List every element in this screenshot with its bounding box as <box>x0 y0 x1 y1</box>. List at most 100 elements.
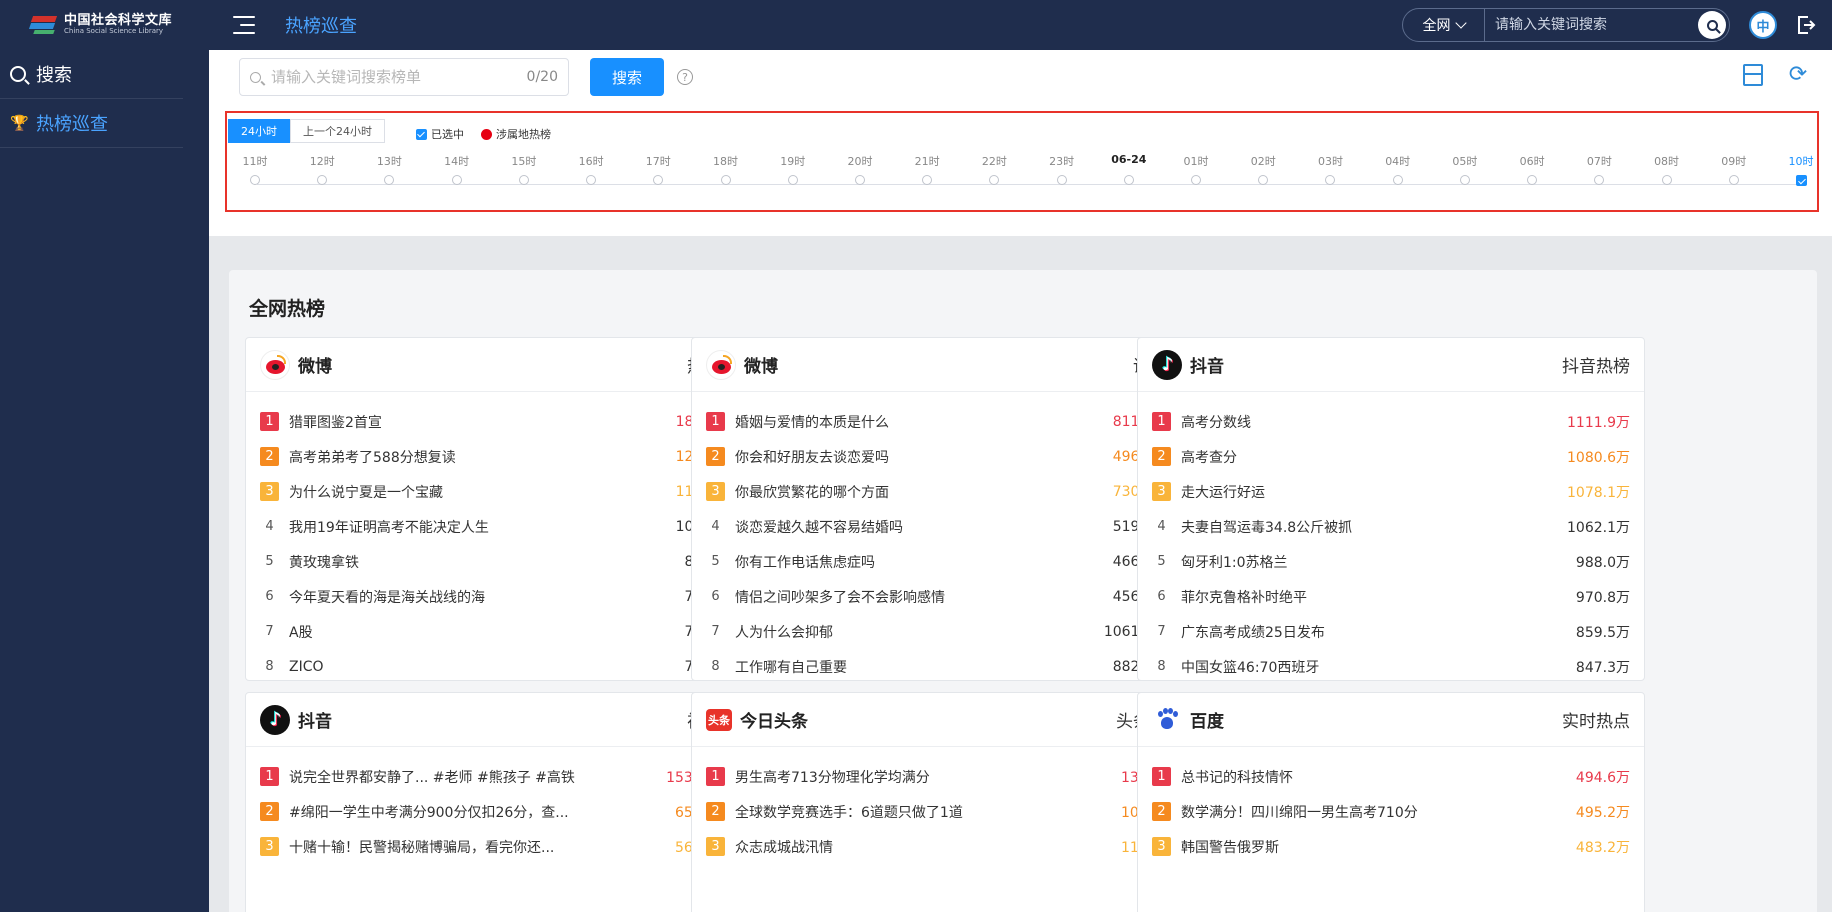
hot-list-item[interactable]: 8ZICO712566 <box>260 649 738 684</box>
search-button[interactable]: 搜索 <box>590 58 664 96</box>
timeline-node[interactable] <box>518 175 529 185</box>
hot-list-item[interactable]: 1婚姻与爱情的本质是什么81123380 <box>706 404 1184 439</box>
timeline-tick[interactable]: 18时 <box>706 153 746 185</box>
hot-list-item[interactable]: 2高考弟弟考了588分想复读1230017 <box>260 439 738 474</box>
hot-item-title[interactable]: A股 <box>289 622 675 642</box>
hot-item-title[interactable]: 我用19年证明高考不能决定人生 <box>289 517 666 537</box>
hot-item-title[interactable]: 夫妻自驾运毒34.8公斤被抓 <box>1181 517 1557 537</box>
hot-list-item[interactable]: 2你会和好朋友去谈恋爱吗49652908 <box>706 439 1184 474</box>
scope-dropdown[interactable]: 全网 <box>1403 9 1485 41</box>
timeline-tick[interactable]: 14时 <box>437 153 477 185</box>
timeline-node[interactable] <box>1459 175 1470 185</box>
timeline-tick[interactable]: 13时 <box>369 153 409 185</box>
timeline-tick[interactable]: 15时 <box>504 153 544 185</box>
segment-previous-24h[interactable]: 上一个24小时 <box>290 119 385 143</box>
timeline-node[interactable] <box>653 175 664 185</box>
hot-list-item[interactable]: 6情侣之间吵架多了会不会影响感情45664889 <box>706 579 1184 614</box>
hot-item-title[interactable]: 高考弟弟考了588分想复读 <box>289 447 666 467</box>
timeline-node[interactable] <box>250 175 260 185</box>
hot-item-title[interactable]: 匈牙利1:0苏格兰 <box>1181 552 1566 572</box>
segment-24h[interactable]: 24小时 <box>228 119 290 143</box>
layout-toggle-icon[interactable] <box>1743 64 1763 86</box>
timeline-node[interactable] <box>1191 175 1202 185</box>
timeline-node[interactable] <box>1123 175 1134 185</box>
hot-list-item[interactable]: 3 走大运行好运 1078.1万 <box>1152 474 1630 509</box>
hot-list-item[interactable]: 2 高考查分 1080.6万 <box>1152 439 1630 474</box>
hot-list-item[interactable]: 4谈恋爱越久越不容易结婚吗51977860 <box>706 509 1184 544</box>
timeline-tick[interactable]: 12时 <box>302 153 342 185</box>
hot-item-title[interactable]: 你有工作电话焦虑症吗 <box>735 552 1103 572</box>
hot-list-item[interactable]: 2#绵阳一学生中考满分900分仅扣26分，查...6512.0万 <box>260 794 738 829</box>
hot-list-item[interactable]: 1说完全世界都安静了... #老师 #熊孩子 #高铁15383.5万 <box>260 759 738 794</box>
timeline-tick[interactable]: 10时 <box>1781 153 1821 186</box>
hot-item-title[interactable]: 今年夏天看的海是海关战线的海 <box>289 587 675 607</box>
timeline-tick[interactable]: 20时 <box>840 153 880 185</box>
timeline-tick[interactable]: 16时 <box>571 153 611 185</box>
hot-list-item[interactable]: 1 总书记的科技情怀 494.6万 <box>1152 759 1630 794</box>
timeline-node[interactable] <box>922 175 933 185</box>
hot-item-title[interactable]: 婚姻与爱情的本质是什么 <box>735 412 1103 432</box>
board-name[interactable]: 实时热点 <box>1562 707 1630 732</box>
timeline-tick[interactable]: 06时 <box>1512 153 1552 185</box>
timeline-tick[interactable]: 21时 <box>907 153 947 185</box>
hot-list-item[interactable]: 5你有工作电话焦虑症吗46605719 <box>706 544 1184 579</box>
timeline-node[interactable] <box>1728 175 1739 185</box>
hot-list-item[interactable]: 6今年夏天看的海是海关战线的海719271 <box>260 579 738 614</box>
global-search-input[interactable] <box>1485 9 1698 41</box>
sidebar-item-hot-patrol[interactable]: 🏆 热榜巡查 <box>0 99 183 148</box>
hot-list-item[interactable]: 8 中国女篮46:70西班牙 847.3万 <box>1152 649 1630 684</box>
timeline-tick[interactable]: 06-24 <box>1109 153 1149 185</box>
timeline-node[interactable] <box>854 175 865 185</box>
hot-item-title[interactable]: 说完全世界都安静了... #老师 #熊孩子 #高铁 <box>289 767 656 787</box>
timeline-node[interactable] <box>1527 175 1538 185</box>
language-switch[interactable]: 中 <box>1749 11 1777 39</box>
hot-list-item[interactable]: 3十赌十输！民警揭秘赌博骗局，看完你还...5697.6万 <box>260 829 738 864</box>
hot-list-item[interactable]: 3众志成城战汛情1120.9万 <box>706 829 1184 864</box>
hot-list-item[interactable]: 4我用19年证明高考不能决定人生1006326 <box>260 509 738 544</box>
timeline-tick[interactable]: 04时 <box>1378 153 1418 185</box>
hot-item-title[interactable]: #绵阳一学生中考满分900分仅扣26分，查... <box>289 802 665 822</box>
hot-list-item[interactable]: 8工作哪有自己重要88218901 <box>706 649 1184 684</box>
timeline-node-selected[interactable] <box>1795 175 1807 186</box>
hot-item-title[interactable]: 你最欣赏繁花的哪个方面 <box>735 482 1103 502</box>
timeline-tick[interactable]: 02时 <box>1243 153 1283 185</box>
hot-list-item[interactable]: 7A股716724 <box>260 614 738 649</box>
hot-item-title[interactable]: 男生高考713分物理化学均满分 <box>735 767 1111 787</box>
site-logo[interactable]: 中国社会科学文库 China Social Science Library <box>0 0 209 50</box>
hot-list-item[interactable]: 6 菲尔克鲁格补时绝平 970.8万 <box>1152 579 1630 614</box>
timeline-tick[interactable]: 17时 <box>638 153 678 185</box>
hot-item-title[interactable]: 菲尔克鲁格补时绝平 <box>1181 587 1566 607</box>
hot-item-title[interactable]: 情侣之间吵架多了会不会影响感情 <box>735 587 1103 607</box>
timeline-tick[interactable]: 05时 <box>1445 153 1485 185</box>
hot-list-item[interactable]: 2 数学满分！四川绵阳一男生高考710分 495.2万 <box>1152 794 1630 829</box>
timeline-node[interactable] <box>384 175 395 185</box>
hot-item-title[interactable]: 总书记的科技情怀 <box>1181 767 1566 787</box>
timeline-node[interactable] <box>586 175 597 185</box>
timeline-node[interactable] <box>989 175 1000 185</box>
hot-list-item[interactable]: 7人为什么会抑郁106135078 <box>706 614 1184 649</box>
timeline-node[interactable] <box>1056 175 1067 185</box>
refresh-icon[interactable]: ⟳ <box>1787 64 1809 86</box>
hot-item-title[interactable]: 数学满分！四川绵阳一男生高考710分 <box>1181 802 1566 822</box>
hot-list-item[interactable]: 1男生高考713分物理化学均满分1369.0万 <box>706 759 1184 794</box>
timeline-node[interactable] <box>451 175 462 185</box>
timeline-node[interactable] <box>1392 175 1403 185</box>
timeline-node[interactable] <box>1325 175 1336 185</box>
timeline-node[interactable] <box>720 175 731 185</box>
hot-list-item[interactable]: 2全球数学竞赛选手：6道题只做了1道1014.2万 <box>706 794 1184 829</box>
hot-list-item[interactable]: 5 匈牙利1:0苏格兰 988.0万 <box>1152 544 1630 579</box>
hot-list-item[interactable]: 5黄玫瑰拿铁865658 <box>260 544 738 579</box>
hot-item-title[interactable]: 黄玫瑰拿铁 <box>289 552 675 572</box>
hot-item-title[interactable]: ZICO <box>289 659 675 675</box>
keyword-search-input[interactable] <box>271 68 527 86</box>
hot-list-item[interactable]: 1猎罪图鉴2首宣1896370 <box>260 404 738 439</box>
timeline-tick[interactable]: 01时 <box>1176 153 1216 185</box>
timeline-tick[interactable]: 23时 <box>1042 153 1082 185</box>
logout-icon[interactable] <box>1796 14 1816 36</box>
hot-item-title[interactable]: 高考分数线 <box>1181 412 1557 432</box>
timeline-node[interactable] <box>1594 175 1605 185</box>
timeline-tick[interactable]: 03时 <box>1310 153 1350 185</box>
sidebar-item-search[interactable]: 搜索 <box>0 50 183 99</box>
hot-item-title[interactable]: 走大运行好运 <box>1181 482 1557 502</box>
timeline-tick[interactable]: 09时 <box>1714 153 1754 185</box>
